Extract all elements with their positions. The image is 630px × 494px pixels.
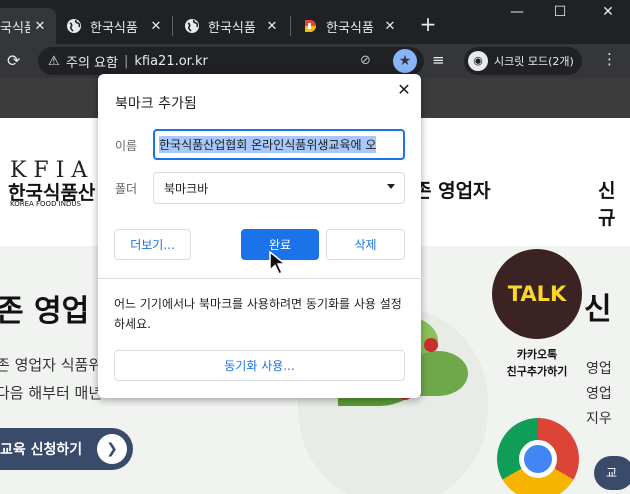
warning-icon[interactable]: ⚠: [48, 54, 66, 69]
tab-title: 한국식품: [326, 20, 374, 36]
sync-prompt-text: 어느 기기에서나 북마크를 사용하려면 동기화를 사용 설정하세요.: [114, 297, 402, 331]
security-label[interactable]: 주의 요함: [66, 52, 118, 71]
hero-text-line: 존 영업자 식품위: [0, 356, 103, 374]
omnibox-divider: |: [123, 53, 129, 69]
name-label: 이름: [115, 139, 138, 153]
enroll-button[interactable]: 교육 신청하기 ❯: [0, 428, 133, 470]
divider: [98, 278, 421, 279]
tab-divider: [290, 16, 291, 36]
folder-dropdown[interactable]: 북마크바: [153, 172, 405, 204]
hero-title: 존 영업: [0, 294, 90, 329]
tab-1[interactable]: 국식품 ✕: [0, 8, 56, 44]
incognito-indicator[interactable]: ◉ 시크릿 모드(2개): [464, 47, 582, 75]
tab-title: 국식품: [0, 20, 30, 36]
close-tab-icon[interactable]: ✕: [146, 19, 166, 34]
kakao-label[interactable]: 카카오톡: [492, 346, 582, 362]
chrome-logo-icon: [497, 418, 579, 494]
close-tab-icon[interactable]: ✕: [30, 19, 50, 34]
tomato-shape: [424, 338, 438, 352]
tab-2[interactable]: 한국식품 ✕: [56, 8, 172, 44]
logo-english: KOREA FOOD INDUS: [10, 200, 81, 208]
reload-icon[interactable]: ⟳: [7, 51, 20, 70]
minimize-button[interactable]: —: [502, 4, 532, 20]
nav-existing-business[interactable]: 존 영업자: [414, 176, 491, 203]
chevron-down-icon: [387, 184, 395, 189]
incognito-label: 시크릿 모드(2개): [494, 55, 574, 68]
folder-value: 북마크바: [164, 181, 209, 196]
side-button[interactable]: 교: [594, 456, 630, 490]
incognito-icon: ◉: [468, 51, 488, 71]
enroll-label: 교육 신청하기: [0, 442, 83, 458]
tab-4[interactable]: 한국식품 ✕: [292, 8, 406, 44]
side-text-line: 영업: [586, 361, 612, 377]
reading-list-icon[interactable]: ≡: [432, 51, 445, 69]
eye-slash-icon[interactable]: ⊘: [360, 53, 371, 68]
url-text[interactable]: kfia21.or.kr: [134, 54, 207, 69]
dialog-title: 북마크 추가됨: [115, 96, 197, 112]
more-button[interactable]: 더보기...: [114, 229, 191, 260]
side-heading: 신: [584, 292, 612, 327]
tab-divider: [172, 16, 173, 36]
side-text-line: 지우: [586, 411, 612, 427]
close-tab-icon[interactable]: ✕: [380, 19, 400, 34]
tab-title: 한국식품: [208, 20, 256, 36]
globe-icon: [185, 19, 199, 33]
d-logo-icon: [305, 20, 316, 32]
globe-icon: [67, 19, 81, 33]
close-icon[interactable]: ✕: [396, 80, 412, 99]
tab-3[interactable]: 한국식품 ✕: [174, 8, 288, 44]
kakao-talk-badge[interactable]: TALK: [492, 249, 582, 339]
new-tab-button[interactable]: +: [416, 12, 440, 36]
bookmark-name-input[interactable]: 한국식품산업협회 온라인식품위생교육에 오: [153, 129, 405, 160]
close-window-button[interactable]: ✕: [593, 4, 623, 20]
address-bar[interactable]: ⚠ 주의 요함 | kfia21.or.kr ⊘ ★: [38, 47, 424, 75]
nav-new[interactable]: 신규: [598, 176, 630, 230]
hero-text-line: 다음 해부터 매년: [0, 384, 103, 402]
tab-strip: 국식품 ✕ 한국식품 ✕ 한국식품 ✕ 한국식품 ✕ + — ☐ ✕: [0, 0, 630, 44]
bookmark-name-value: 한국식품산업협회 온라인식품위생교육에 오: [159, 136, 377, 153]
kakao-label[interactable]: 친구추가하기: [484, 363, 590, 379]
bookmark-added-dialog: 북마크 추가됨 ✕ 이름 한국식품산업협회 온라인식품위생교육에 오 폴더 북마…: [98, 74, 421, 398]
tab-title: 한국식품: [90, 20, 138, 36]
star-icon[interactable]: ★: [393, 49, 417, 73]
enable-sync-button[interactable]: 동기화 사용...: [114, 350, 405, 381]
delete-button[interactable]: 삭제: [326, 229, 405, 260]
menu-icon[interactable]: ⋮: [602, 50, 617, 68]
close-tab-icon[interactable]: ✕: [262, 19, 282, 34]
chevron-right-icon: ❯: [97, 434, 127, 464]
maximize-button[interactable]: ☐: [545, 4, 575, 20]
folder-label: 폴더: [115, 182, 138, 196]
browser-toolbar: ⟳ ⚠ 주의 요함 | kfia21.or.kr ⊘ ★ ≡ ◉ 시크릿 모드(…: [0, 44, 630, 78]
mouse-cursor-icon: [269, 250, 288, 276]
side-text-line: 영업: [586, 386, 612, 402]
